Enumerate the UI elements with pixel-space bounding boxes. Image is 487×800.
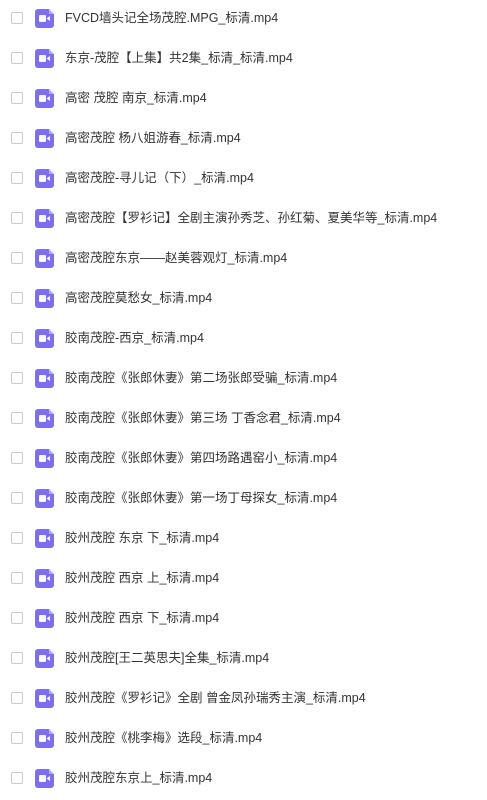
- file-name[interactable]: 胶南茂腔《张郎休妻》第二场张郎受骗_标清.mp4: [65, 370, 337, 386]
- file-name[interactable]: 胶州茂腔《桃李梅》选段_标清.mp4: [65, 730, 262, 746]
- file-row[interactable]: 东京-茂腔【上集】共2集_标清_标清.mp4: [0, 38, 487, 78]
- file-checkbox[interactable]: [11, 332, 23, 344]
- file-row[interactable]: 高密茂腔东京——赵美蓉观灯_标清.mp4: [0, 238, 487, 278]
- file-name[interactable]: 胶州茂腔[王二英思夫]全集_标清.mp4: [65, 650, 269, 666]
- file-checkbox[interactable]: [11, 412, 23, 424]
- file-checkbox[interactable]: [11, 452, 23, 464]
- file-name[interactable]: 胶州茂腔《罗衫记》全剧 曾金凤孙瑞秀主演_标清.mp4: [65, 690, 366, 706]
- video-file-icon: [35, 168, 54, 188]
- file-row[interactable]: FVCD墙头记全场茂腔.MPG_标清.mp4: [0, 0, 487, 38]
- video-file-icon: [35, 688, 54, 708]
- file-list: FVCD墙头记全场茂腔.MPG_标清.mp4 东京-茂腔【上集】共2集_标清_标清…: [0, 0, 487, 800]
- video-file-icon: [35, 208, 54, 228]
- file-checkbox[interactable]: [11, 172, 23, 184]
- file-checkbox[interactable]: [11, 252, 23, 264]
- video-file-icon: [35, 8, 54, 28]
- video-file-icon: [35, 608, 54, 628]
- file-name[interactable]: 胶南茂腔《张郎休妻》第三场 丁香念君_标清.mp4: [65, 410, 341, 426]
- file-checkbox[interactable]: [11, 772, 23, 784]
- file-name[interactable]: 胶州茂腔 西京 下_标清.mp4: [65, 610, 219, 626]
- video-file-icon: [35, 488, 54, 508]
- file-row[interactable]: 胶南茂腔《张郎休妻》第四场路遇窑小_标清.mp4: [0, 438, 487, 478]
- video-file-icon: [35, 448, 54, 468]
- file-checkbox[interactable]: [11, 92, 23, 104]
- file-row[interactable]: 胶州茂腔《桃李梅》选段_标清.mp4: [0, 718, 487, 758]
- file-row[interactable]: 胶州茂腔东京上_标清.mp4: [0, 758, 487, 798]
- file-row[interactable]: 高密茂腔莫愁女_标清.mp4: [0, 278, 487, 318]
- video-file-icon: [35, 288, 54, 308]
- file-name[interactable]: 胶南茂腔《张郎休妻》第一场丁母探女_标清.mp4: [65, 490, 337, 506]
- file-row[interactable]: 胶南茂腔《张郎休妻》第一场丁母探女_标清.mp4: [0, 478, 487, 518]
- file-name[interactable]: 高密茂腔-寻儿记（下）_标清.mp4: [65, 170, 254, 186]
- file-checkbox[interactable]: [11, 612, 23, 624]
- video-file-icon: [35, 528, 54, 548]
- file-name[interactable]: 胶南茂腔-西京_标清.mp4: [65, 330, 204, 346]
- video-file-icon: [35, 128, 54, 148]
- file-checkbox[interactable]: [11, 12, 23, 24]
- file-name[interactable]: 高密茂腔【罗衫记】全剧主演孙秀芝、孙红菊、夏美华等_标清.mp4: [65, 210, 437, 226]
- file-checkbox[interactable]: [11, 492, 23, 504]
- file-checkbox[interactable]: [11, 692, 23, 704]
- file-row[interactable]: 高密茂腔-寻儿记（下）_标清.mp4: [0, 158, 487, 198]
- file-name[interactable]: 胶南茂腔《张郎休妻》第四场路遇窑小_标清.mp4: [65, 450, 337, 466]
- file-row[interactable]: 高密茂腔【罗衫记】全剧主演孙秀芝、孙红菊、夏美华等_标清.mp4: [0, 198, 487, 238]
- file-row[interactable]: 胶南茂腔《张郎休妻》第三场 丁香念君_标清.mp4: [0, 398, 487, 438]
- file-row[interactable]: 胶州茂腔 东京 下_标清.mp4: [0, 518, 487, 558]
- file-checkbox[interactable]: [11, 52, 23, 64]
- file-checkbox[interactable]: [11, 652, 23, 664]
- file-name[interactable]: 高密茂腔东京——赵美蓉观灯_标清.mp4: [65, 250, 287, 266]
- file-name[interactable]: 胶州茂腔东京上_标清.mp4: [65, 770, 212, 786]
- video-file-icon: [35, 48, 54, 68]
- video-file-icon: [35, 568, 54, 588]
- file-row[interactable]: 胶州茂腔 西京 上_标清.mp4: [0, 558, 487, 598]
- file-checkbox[interactable]: [11, 532, 23, 544]
- file-checkbox[interactable]: [11, 132, 23, 144]
- video-file-icon: [35, 328, 54, 348]
- file-checkbox[interactable]: [11, 572, 23, 584]
- file-row[interactable]: 胶州茂腔 西京 下_标清.mp4: [0, 598, 487, 638]
- file-checkbox[interactable]: [11, 212, 23, 224]
- file-name[interactable]: 高密 茂腔 南京_标清.mp4: [65, 90, 207, 106]
- file-row[interactable]: 胶州茂腔[王二英思夫]全集_标清.mp4: [0, 638, 487, 678]
- video-file-icon: [35, 248, 54, 268]
- file-row[interactable]: 高密茂腔 杨八姐游春_标清.mp4: [0, 118, 487, 158]
- file-row[interactable]: 胶南茂腔《张郎休妻》第二场张郎受骗_标清.mp4: [0, 358, 487, 398]
- video-file-icon: [35, 648, 54, 668]
- file-name[interactable]: 高密茂腔 杨八姐游春_标清.mp4: [65, 130, 241, 146]
- file-checkbox[interactable]: [11, 732, 23, 744]
- file-row[interactable]: 胶南茂腔-西京_标清.mp4: [0, 318, 487, 358]
- video-file-icon: [35, 728, 54, 748]
- file-name[interactable]: FVCD墙头记全场茂腔.MPG_标清.mp4: [65, 10, 278, 26]
- file-row[interactable]: 高密 茂腔 南京_标清.mp4: [0, 78, 487, 118]
- file-name[interactable]: 胶州茂腔 西京 上_标清.mp4: [65, 570, 219, 586]
- file-checkbox[interactable]: [11, 372, 23, 384]
- file-row[interactable]: 胶州茂腔《罗衫记》全剧 曾金凤孙瑞秀主演_标清.mp4: [0, 678, 487, 718]
- file-name[interactable]: 胶州茂腔 东京 下_标清.mp4: [65, 530, 219, 546]
- file-name[interactable]: 东京-茂腔【上集】共2集_标清_标清.mp4: [65, 50, 293, 66]
- video-file-icon: [35, 88, 54, 108]
- file-checkbox[interactable]: [11, 292, 23, 304]
- video-file-icon: [35, 768, 54, 788]
- video-file-icon: [35, 368, 54, 388]
- file-name[interactable]: 高密茂腔莫愁女_标清.mp4: [65, 290, 212, 306]
- video-file-icon: [35, 408, 54, 428]
